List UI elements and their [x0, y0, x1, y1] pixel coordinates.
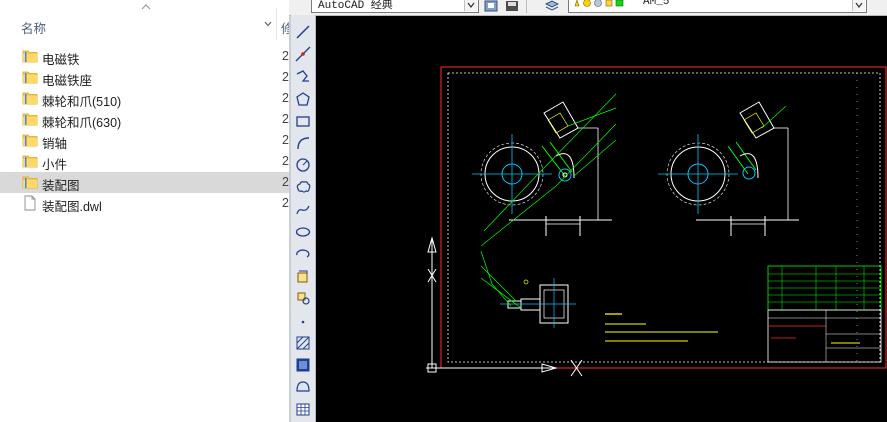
folder-icon — [22, 69, 38, 85]
spline-icon[interactable] — [295, 202, 311, 218]
ellipse-icon[interactable] — [295, 224, 311, 240]
ucs-icon — [426, 236, 583, 377]
column-modified-label[interactable]: 修 — [281, 18, 289, 37]
column-header: 名称 修 — [0, 4, 289, 40]
chevron-down-icon[interactable] — [262, 18, 274, 30]
file-modified-date: 20 — [282, 154, 289, 168]
file-list-item[interactable]: 小件 20 — [0, 151, 289, 172]
sort-ascending-icon — [141, 4, 151, 10]
gradient-icon[interactable] — [295, 357, 311, 373]
draw-toolbar — [291, 15, 316, 422]
layer-dropdown-value: AM_5 — [643, 0, 670, 8]
region-icon[interactable] — [295, 379, 311, 395]
toolbar-separator — [526, 0, 527, 13]
cad-window: AutoCAD 经典 AM_5 — [289, 0, 887, 422]
save-workspace-icon[interactable] — [505, 0, 519, 12]
electromagnet-view — [480, 250, 576, 328]
point-icon[interactable] — [295, 313, 311, 329]
file-list-item[interactable]: 销轴 20 — [0, 130, 289, 151]
workspace-dropdown-value: AutoCAD 经典 — [318, 0, 393, 12]
technical-requirements-notes — [605, 313, 718, 342]
folder-icon — [22, 174, 38, 190]
file-name: 销轴 — [42, 137, 68, 151]
polyline-icon[interactable] — [295, 68, 311, 84]
file-name: 装配图 — [42, 179, 80, 193]
column-divider[interactable] — [276, 8, 277, 40]
folder-icon — [22, 48, 38, 64]
workspace-dropdown[interactable]: AutoCAD 经典 — [311, 0, 479, 13]
file-name: 棘轮和爪(630) — [42, 116, 122, 130]
sheet-outer-frame — [440, 66, 887, 369]
chevron-down-icon[interactable] — [852, 0, 865, 11]
revcloud-icon[interactable] — [295, 179, 311, 195]
file-modified-date: 20 — [282, 133, 289, 147]
file-list: 电磁铁 20 电磁铁座 20 棘轮和爪(510) 20 棘轮和爪(630) 20 销轴 20 小件 2… — [0, 46, 289, 214]
title-block — [767, 265, 882, 363]
file-name: 装配图.dwl — [42, 200, 102, 214]
folder-icon — [22, 90, 38, 106]
column-name-header[interactable]: 名称 — [0, 4, 276, 40]
file-modified-date: 20 — [282, 91, 289, 105]
file-list-item[interactable]: 棘轮和爪(630) 20 — [0, 109, 289, 130]
file-list-item[interactable]: 电磁铁 20 — [0, 46, 289, 67]
folder-icon — [22, 153, 38, 169]
ratchet-view-left — [472, 93, 617, 247]
hatch-icon[interactable] — [295, 335, 311, 351]
file-modified-date: 20 — [282, 49, 289, 63]
layer-state-icons — [574, 0, 624, 7]
file-list-item[interactable]: 电磁铁座 20 — [0, 67, 289, 88]
rectangle-icon[interactable] — [295, 113, 311, 129]
arc-icon[interactable] — [295, 135, 311, 151]
file-name: 小件 — [42, 158, 68, 172]
workspace-settings-icon[interactable] — [484, 0, 498, 12]
polygon-icon[interactable] — [295, 91, 311, 107]
insert-block-icon[interactable] — [295, 268, 311, 284]
circle-icon[interactable] — [295, 157, 311, 173]
file-modified-date: 20 — [282, 70, 289, 84]
xline-icon[interactable] — [295, 46, 311, 62]
line-icon[interactable] — [295, 24, 311, 40]
file-name: 棘轮和爪(510) — [42, 95, 122, 109]
file-name: 电磁铁 — [42, 53, 80, 67]
top-toolbar: AutoCAD 经典 AM_5 — [289, 0, 887, 16]
file-list-item[interactable]: 装配图.dwl 20 — [0, 193, 289, 214]
file-icon — [22, 195, 38, 211]
ratchet-view-right — [658, 101, 799, 236]
file-name: 电磁铁座 — [42, 74, 93, 88]
file-list-item[interactable]: 棘轮和爪(510) 20 — [0, 88, 289, 109]
table-icon[interactable] — [295, 401, 311, 417]
layer-dropdown[interactable]: AM_5 — [568, 0, 867, 13]
drawing-canvas[interactable] — [316, 16, 887, 422]
folder-icon — [22, 132, 38, 148]
layer-properties-icon[interactable] — [545, 0, 559, 12]
file-modified-date: 20 — [282, 175, 289, 189]
sheet-inner-frame — [447, 72, 881, 363]
column-name-label: 名称 — [21, 22, 47, 36]
chevron-down-icon[interactable] — [464, 0, 477, 11]
file-list-item[interactable]: 装配图 20 — [0, 172, 289, 193]
ellipse-arc-icon[interactable] — [295, 246, 311, 262]
folder-icon — [22, 111, 38, 127]
file-modified-date: 20 — [282, 196, 289, 210]
file-explorer: 名称 修 电磁铁20电磁铁座20棘轮和爪(510)20棘轮和爪(630)20销轴… — [0, 0, 289, 422]
make-block-icon[interactable] — [295, 290, 311, 306]
file-modified-date: 20 — [282, 112, 289, 126]
